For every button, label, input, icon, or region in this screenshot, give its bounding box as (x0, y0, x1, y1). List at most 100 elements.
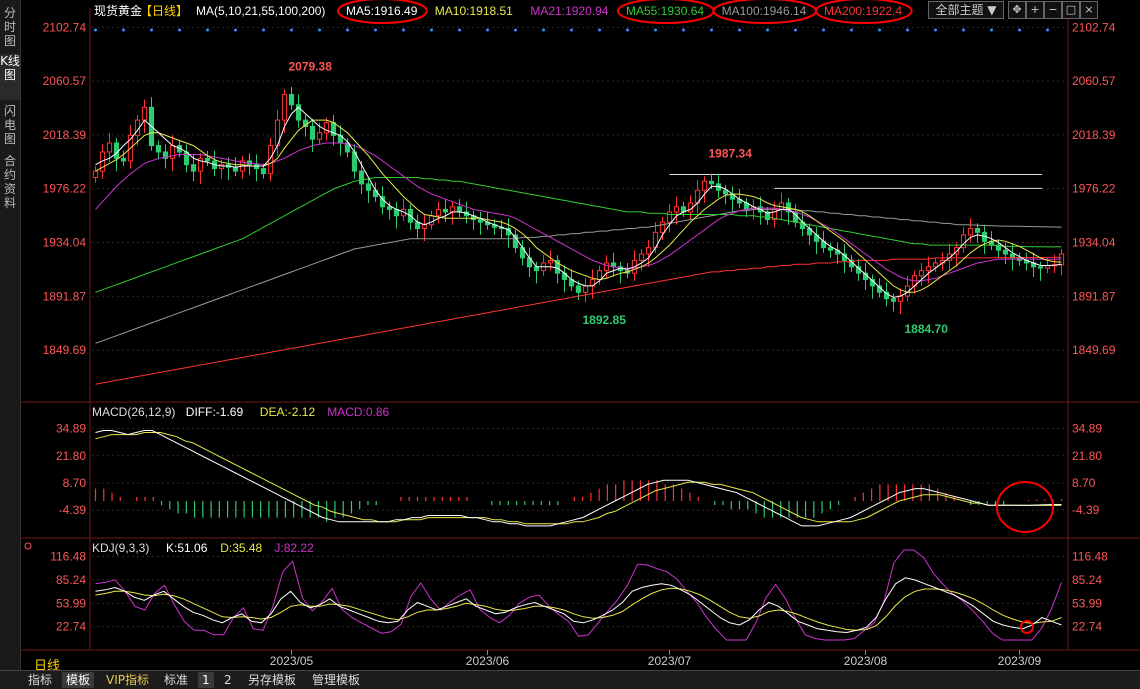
date-axis-label: 2023/09 (998, 654, 1042, 668)
event-marker-dot (990, 28, 993, 32)
bottom-tab-manage-templates[interactable]: 管理模板 (308, 672, 364, 688)
candle-body (106, 142, 113, 153)
zoom-out-icon[interactable]: − (1044, 1, 1062, 19)
candle-body (1002, 249, 1009, 255)
candle-body (477, 219, 484, 223)
chart-area[interactable]: 2102.74 2102.74 2060.57 2060.57 2018.39 2018.… (0, 0, 1140, 670)
event-marker-dot (346, 28, 349, 32)
macd-axis-tick-left: -4.39 (59, 503, 87, 517)
event-marker-dot (766, 28, 769, 32)
candle-body (155, 145, 162, 153)
event-marker-dot (1018, 28, 1021, 32)
candle-body (253, 164, 260, 170)
macd-axis-tick-left: 21.80 (56, 449, 86, 463)
kdj-axis-tick-right: 85.24 (1072, 573, 1102, 587)
macd-axis-tick-right: 34.89 (1072, 422, 1102, 436)
event-marker-dot (682, 28, 685, 32)
event-marker-dot (402, 28, 405, 32)
bottom-tab-page-1[interactable]: 1 (198, 672, 214, 688)
candle-body (281, 94, 288, 121)
high-price-annotation: 2079.38 (289, 60, 333, 74)
event-marker-dot (262, 28, 265, 32)
macd-legend-label: DIFF:-1.69 (186, 405, 244, 419)
kdj-axis-tick-right: 22.74 (1072, 620, 1102, 634)
bottom-tab-label: VIP指标 (106, 673, 149, 687)
candle-body (435, 208, 442, 217)
event-marker-dot (794, 28, 797, 32)
event-marker-dot (878, 28, 881, 32)
kdj-axis-tick-right: 116.48 (1072, 549, 1108, 563)
event-marker-dot (178, 28, 181, 32)
candle-body (141, 106, 148, 121)
kdj-axis-tick-left: 53.99 (56, 596, 86, 610)
period-tag: 【日线】 (140, 4, 188, 18)
macd-axis-tick-left: 34.89 (56, 422, 86, 436)
price-axis-tick-left: 2060.57 (43, 74, 87, 88)
candle-body (897, 295, 904, 302)
candle-body (582, 285, 589, 293)
event-marker-dot (514, 28, 517, 32)
price-axis-tick-left: 2018.39 (43, 128, 87, 142)
bottom-tab-label: 指标 (28, 673, 53, 687)
ma-value-label: MA5:1916.49 (346, 4, 418, 18)
event-marker-dot (150, 28, 153, 32)
ma55-line (95, 177, 1062, 293)
window-icon[interactable]: □ (1062, 1, 1080, 19)
candle-body (722, 189, 729, 195)
move-icon[interactable]: ✥ (1008, 1, 1026, 19)
candle-body (575, 285, 582, 293)
event-marker-dot (738, 28, 741, 32)
macd-legend-label: DEA:-2.12 (260, 405, 316, 419)
ma-params-label: MA(5,10,21,55,100,200) (196, 4, 325, 18)
candle-body (421, 224, 428, 230)
low-price-annotation: 1892.85 (583, 313, 627, 327)
event-marker-dot (206, 28, 209, 32)
bottom-tab-label: 另存模板 (248, 673, 297, 687)
candle-body (358, 170, 365, 185)
event-marker-dot (94, 28, 97, 32)
candle-body (316, 132, 323, 140)
close-icon[interactable]: × (1080, 1, 1098, 19)
bottom-tab-vip-indicators[interactable]: VIP指标 (102, 672, 153, 688)
kdj-legend-label: J:82.22 (274, 541, 314, 555)
candle-body (890, 298, 897, 302)
settings-dot-icon (24, 542, 32, 550)
price-axis-tick-left: 1934.04 (43, 236, 87, 250)
event-marker-dot (570, 28, 573, 32)
date-axis-label: 2023/06 (466, 654, 510, 668)
ma-value-label: MA55:1930.64 (626, 4, 704, 18)
candle-body (659, 221, 666, 233)
bottom-tab-indicators[interactable]: 指标 (24, 672, 56, 688)
candle-body (456, 206, 463, 213)
candle-body (449, 206, 456, 213)
candle-body (918, 270, 925, 277)
bottom-tab-standard[interactable]: 标准 (160, 672, 192, 688)
price-axis-tick-right: 1891.87 (1072, 289, 1116, 303)
bottom-tab-templates[interactable]: 模板 (62, 672, 95, 688)
candle-body (645, 247, 652, 255)
bottom-tab-save-template[interactable]: 另存模板 (244, 672, 300, 688)
high-price-annotation: 1987.34 (709, 146, 753, 160)
candle-body (204, 157, 211, 162)
candle-body (442, 208, 449, 213)
event-marker-dot (654, 28, 657, 32)
candle-body (603, 262, 610, 272)
price-axis-tick-left: 1891.87 (43, 289, 87, 303)
event-marker-dot (934, 28, 937, 32)
theme-select-button[interactable]: 全部主题 ▼ (928, 1, 1004, 19)
candle-body (309, 125, 316, 140)
bottom-tab-page-2[interactable]: 2 (220, 672, 236, 688)
price-axis-tick-left: 1849.69 (43, 343, 87, 357)
candle-body (232, 166, 239, 172)
candle-body (365, 183, 372, 191)
candle-body (932, 262, 939, 268)
candle-body (428, 215, 435, 226)
event-marker-dot (598, 28, 601, 32)
ma5-line (95, 106, 1062, 298)
ma-value-label: MA200:1922.4 (824, 4, 902, 18)
price-axis-tick-right: 1976.22 (1072, 182, 1116, 196)
zoom-in-icon[interactable]: + (1026, 1, 1044, 19)
candle-body (638, 253, 645, 261)
macd-axis-tick-right: 8.70 (1072, 476, 1096, 490)
macd-legend-label: MACD(26,12,9) (92, 405, 175, 419)
